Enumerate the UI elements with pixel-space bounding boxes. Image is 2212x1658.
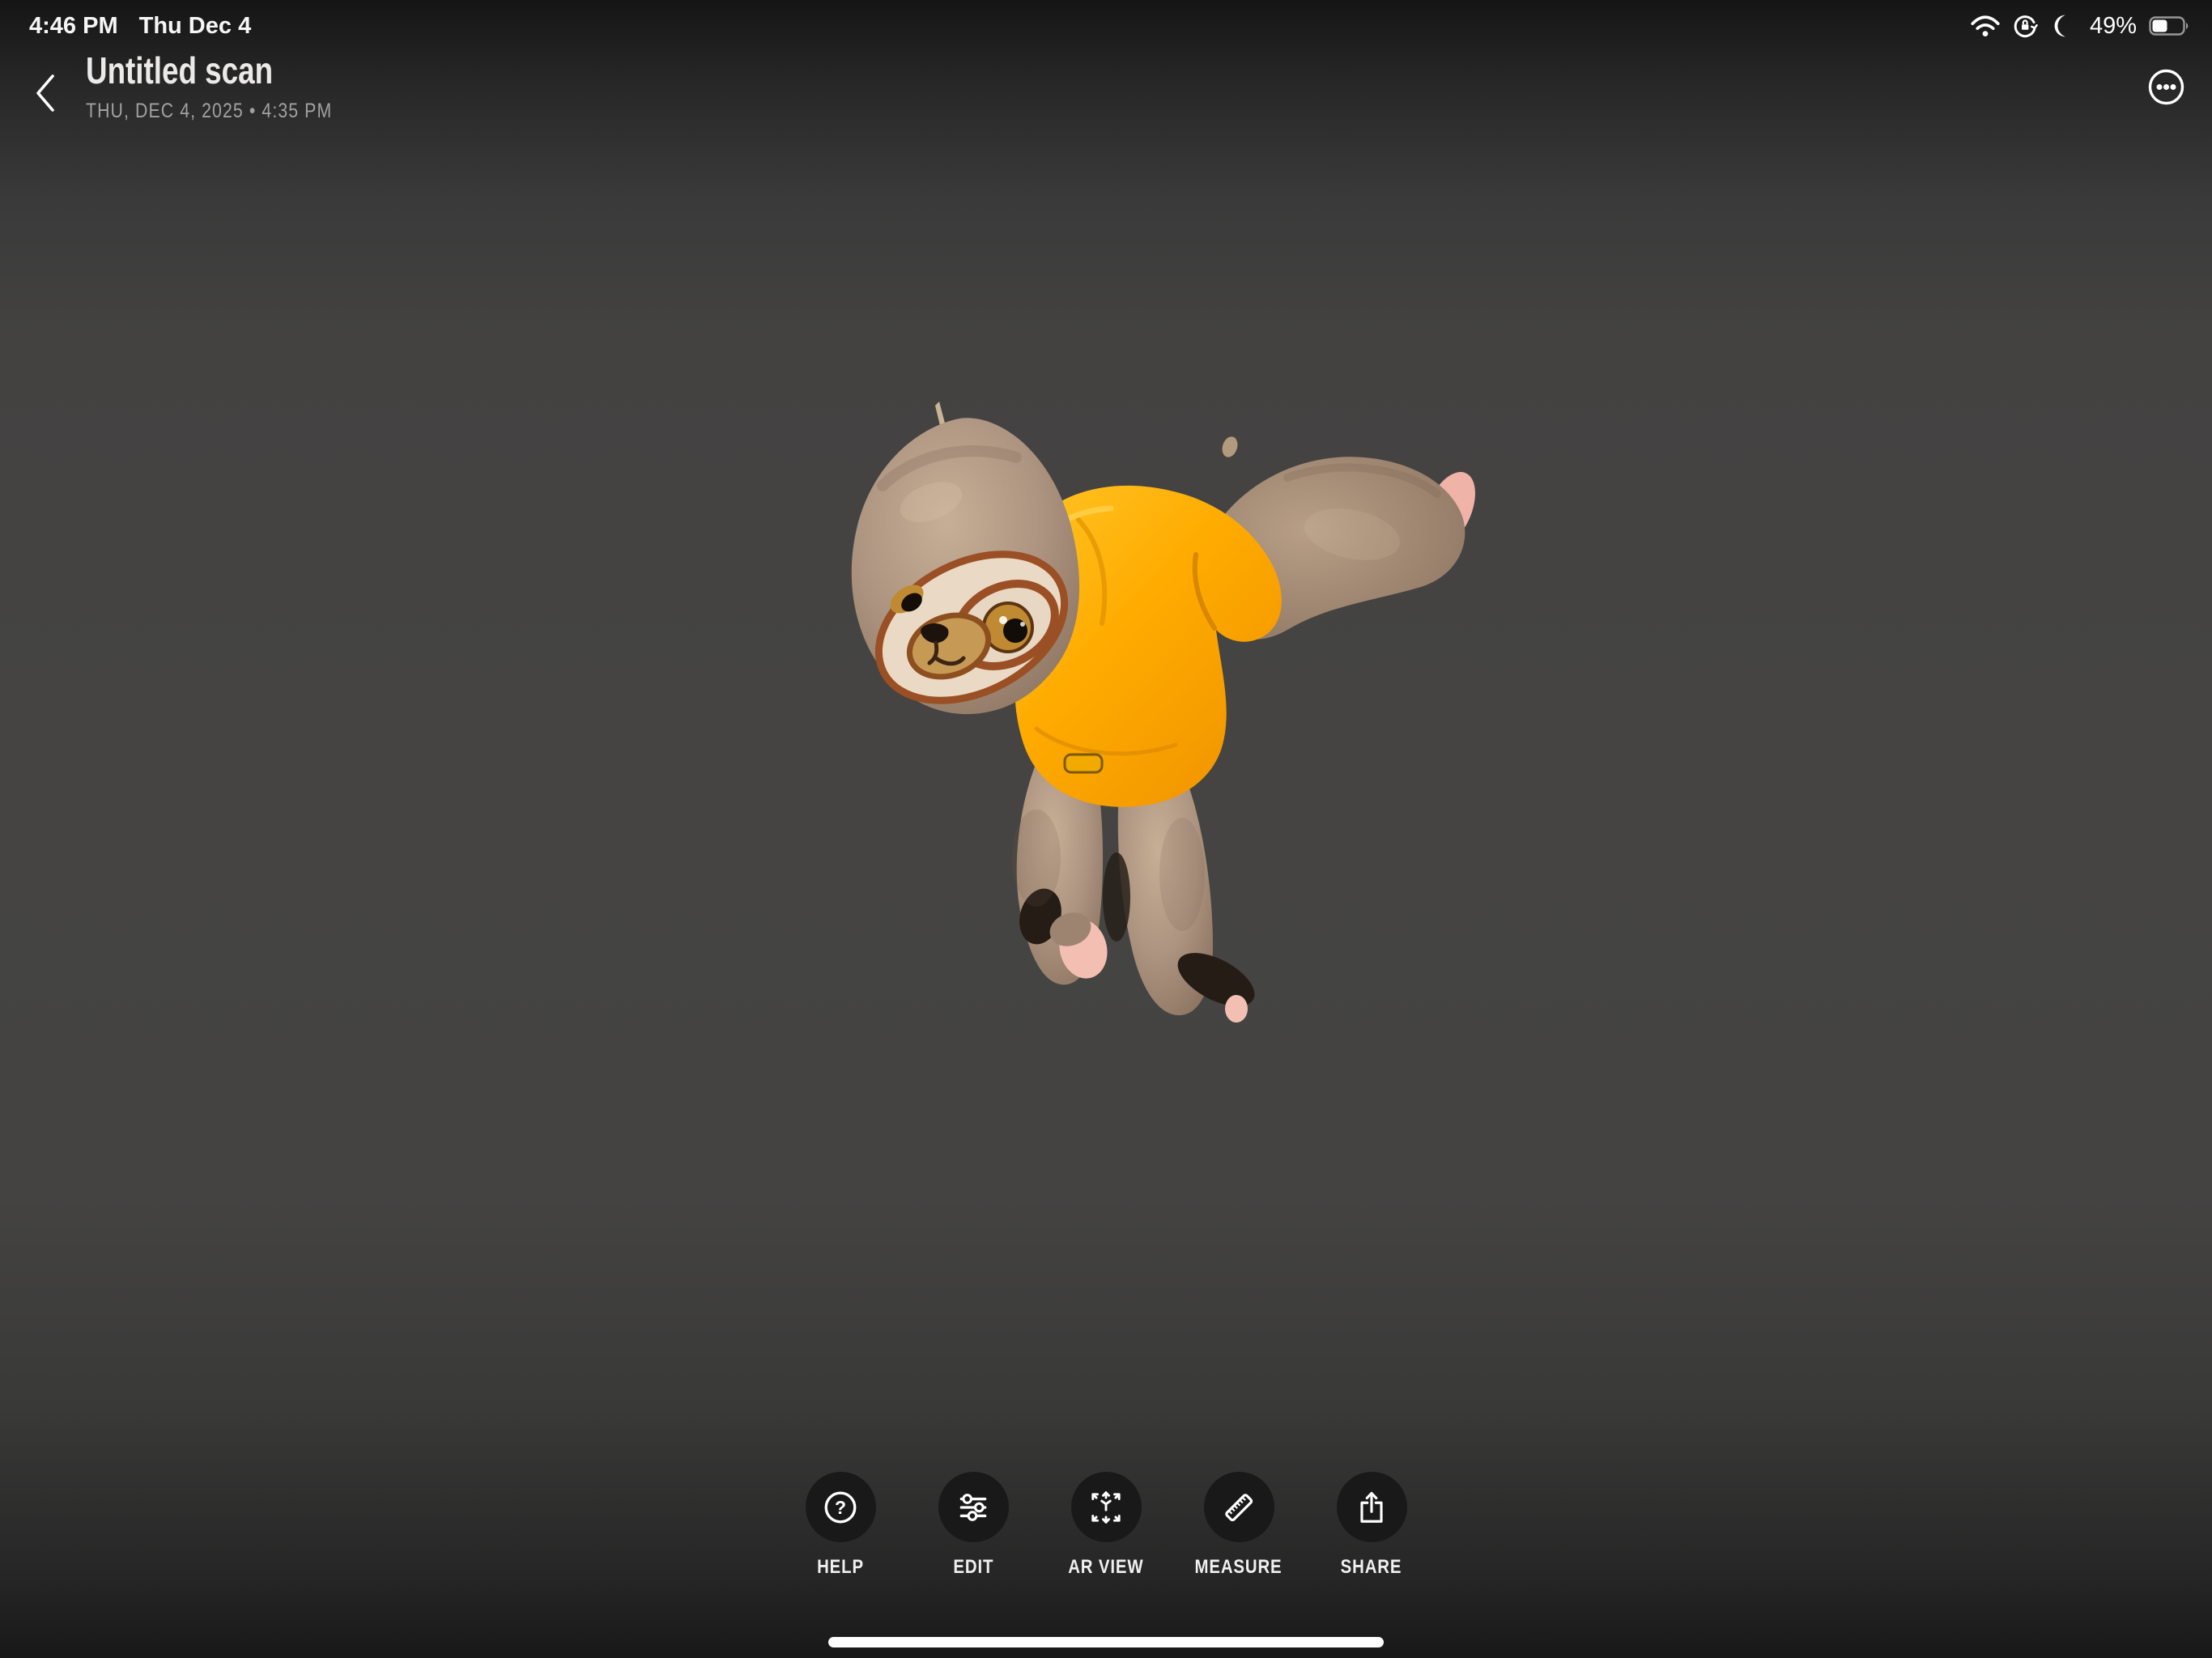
ar-view-button-circle bbox=[1071, 1472, 1142, 1542]
help-label: HELP bbox=[817, 1556, 864, 1579]
right-foot-pad bbox=[1225, 995, 1248, 1022]
help-button[interactable]: ? HELP bbox=[774, 1472, 907, 1579]
scan-artifact-speck bbox=[1219, 435, 1240, 459]
status-date: Thu Dec 4 bbox=[139, 13, 252, 40]
question-circle-icon: ? bbox=[822, 1489, 859, 1526]
fur-texture-3 bbox=[1159, 818, 1205, 931]
wifi-icon bbox=[1971, 15, 2000, 37]
right-eye-glint-2 bbox=[1020, 622, 1025, 627]
rotation-lock-icon bbox=[2012, 13, 2038, 39]
scan-viewer-screen: 4:46 PM Thu Dec 4 49% bbox=[0, 0, 2212, 1658]
measure-label: MEASURE bbox=[1195, 1556, 1283, 1579]
more-options-button[interactable] bbox=[2147, 68, 2185, 106]
share-label: SHARE bbox=[1341, 1556, 1402, 1579]
ar-view-label: AR VIEW bbox=[1068, 1556, 1143, 1579]
measure-button[interactable]: MEASURE bbox=[1172, 1472, 1305, 1579]
right-eye-glint bbox=[999, 616, 1007, 624]
leg-gap-shadow bbox=[1103, 852, 1130, 942]
ar-view-button[interactable]: AR VIEW bbox=[1040, 1472, 1172, 1579]
measure-button-circle bbox=[1204, 1472, 1274, 1542]
scanned-3d-model[interactable] bbox=[834, 389, 1482, 1036]
sliders-icon bbox=[955, 1489, 992, 1526]
status-left: 4:46 PM Thu Dec 4 bbox=[29, 13, 251, 40]
title-block: Untitled scan THU, DEC 4, 2025 • 4:35 PM bbox=[86, 49, 376, 123]
page-title: Untitled scan bbox=[86, 49, 317, 92]
help-button-circle: ? bbox=[806, 1472, 876, 1542]
share-button-circle bbox=[1337, 1472, 1407, 1542]
status-time: 4:46 PM bbox=[29, 13, 118, 40]
scan-timestamp: THU, DEC 4, 2025 • 4:35 PM bbox=[86, 100, 332, 123]
battery-icon bbox=[2149, 16, 2189, 36]
hoodie-chest-logo bbox=[1065, 755, 1102, 772]
fur-texture-2 bbox=[1012, 810, 1061, 907]
ar-axes-icon bbox=[1087, 1489, 1125, 1526]
chevron-left-icon bbox=[34, 73, 57, 113]
focus-moon-icon bbox=[2050, 14, 2074, 38]
back-button[interactable] bbox=[31, 70, 60, 117]
status-bar: 4:46 PM Thu Dec 4 49% bbox=[0, 0, 2212, 44]
battery-percent: 49% bbox=[2090, 13, 2137, 40]
bottom-toolbar: ? HELP EDIT bbox=[774, 1472, 1438, 1579]
edit-button[interactable]: EDIT bbox=[907, 1472, 1040, 1579]
edit-button-circle bbox=[938, 1472, 1009, 1542]
svg-text:?: ? bbox=[835, 1496, 846, 1517]
edit-label: EDIT bbox=[953, 1556, 993, 1579]
status-right: 49% bbox=[1971, 13, 2189, 40]
share-button[interactable]: SHARE bbox=[1305, 1472, 1438, 1579]
home-indicator[interactable] bbox=[828, 1637, 1384, 1647]
share-up-arrow-icon bbox=[1353, 1489, 1390, 1526]
ruler-icon bbox=[1220, 1489, 1257, 1526]
ellipsis-circle-icon bbox=[2147, 68, 2185, 106]
